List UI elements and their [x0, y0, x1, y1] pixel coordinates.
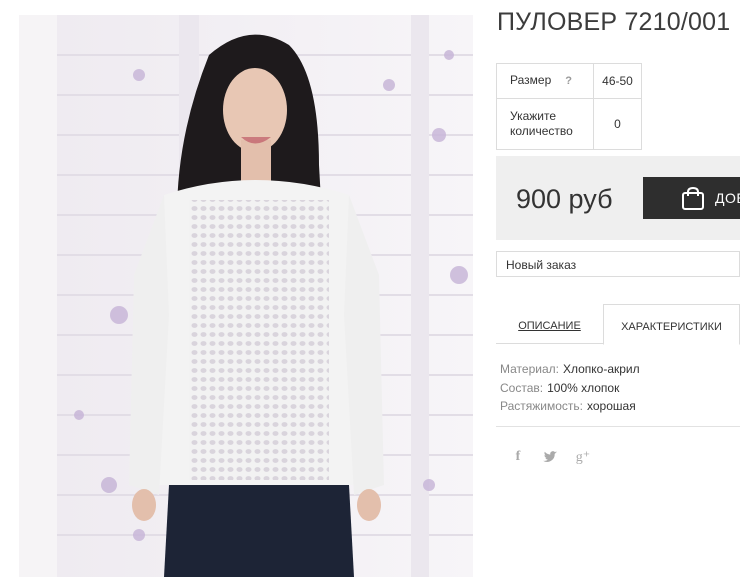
help-icon[interactable]: ? — [565, 74, 572, 89]
spec-key: Растяжимость: — [500, 399, 584, 413]
spec-key: Материал: — [500, 362, 559, 376]
tab-characteristics[interactable]: ХАРАКТЕРИСТИКИ — [603, 304, 740, 345]
specs-list: Материал: Хлопко-акрил Состав: 100% хлопок… — [500, 360, 640, 416]
size-label: Размер — [510, 73, 552, 87]
google-plus-icon[interactable]: g⁺ — [575, 449, 591, 465]
spec-row: Растяжимость: хорошая — [500, 397, 640, 416]
price-box: 900 руб ДОБ — [496, 156, 740, 240]
spec-value: Хлопко-акрил — [562, 362, 640, 376]
product-photo[interactable] — [19, 15, 473, 577]
product-options-table: Размер? 46-50 Укажите количество 0 — [496, 63, 642, 150]
tab-description[interactable]: ОПИСАНИЕ — [496, 304, 603, 344]
quantity-option-row: Укажите количество 0 — [496, 98, 642, 150]
spec-row: Материал: Хлопко-акрил — [500, 360, 640, 379]
facebook-icon[interactable]: f — [510, 449, 526, 465]
spec-key: Состав: — [500, 380, 544, 395]
twitter-icon[interactable] — [542, 449, 558, 465]
order-select[interactable]: Новый заказ — [496, 251, 740, 277]
shopping-bag-icon — [682, 186, 704, 210]
spec-row: Состав: 100% хлопок — [500, 379, 640, 398]
quantity-label: Укажите количество — [496, 98, 594, 150]
spec-value: хорошая — [587, 399, 636, 413]
product-title: ПУЛОВЕР 7210/001 — [497, 8, 731, 36]
price: 900 руб — [516, 184, 613, 214]
size-option-row: Размер? 46-50 — [496, 63, 642, 99]
size-value[interactable]: 46-50 — [593, 63, 642, 99]
add-to-cart-label: ДОБ — [715, 190, 740, 206]
product-tabs: ОПИСАНИЕ ХАРАКТЕРИСТИКИ — [496, 304, 740, 345]
quantity-input[interactable]: 0 — [593, 98, 642, 150]
product-photo-illustration — [19, 15, 473, 577]
section-divider — [496, 426, 740, 427]
spec-value: 100% хлопок — [547, 380, 620, 395]
add-to-cart-button[interactable]: ДОБ — [643, 177, 740, 219]
